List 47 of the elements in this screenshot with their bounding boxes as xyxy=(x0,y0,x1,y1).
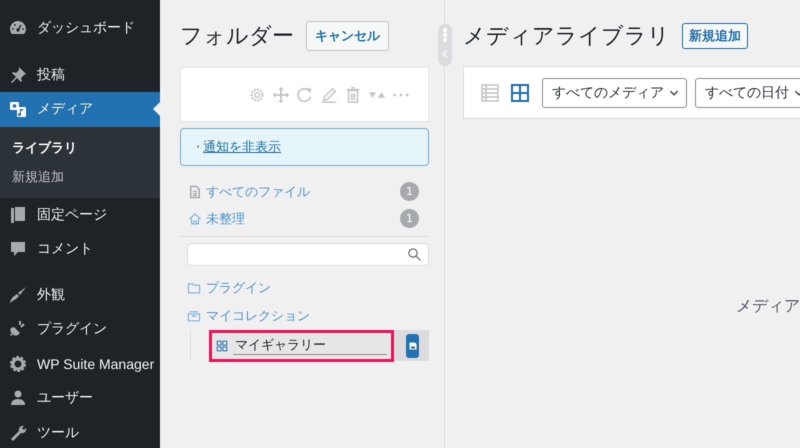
menu-item[interactable]: プラグイン xyxy=(0,312,160,346)
folder-icon xyxy=(187,281,201,295)
filter-dropdown[interactable]: すべての日付 xyxy=(695,78,800,108)
menu-item[interactable]: 投稿 xyxy=(0,58,160,92)
grid-view-icon[interactable] xyxy=(510,82,530,102)
count-badge: 1 xyxy=(400,209,419,228)
refresh-icon[interactable] xyxy=(296,86,314,104)
search-icon xyxy=(407,247,422,262)
collection-icon xyxy=(187,309,201,323)
menu-item[interactable]: ツール xyxy=(0,416,160,448)
collapse-icon xyxy=(440,48,450,60)
save-button[interactable] xyxy=(406,334,419,358)
menu-item[interactable]: メディア xyxy=(0,92,160,126)
media-icon xyxy=(8,99,28,120)
count-badge: 1 xyxy=(400,182,419,201)
move-icon[interactable] xyxy=(272,86,290,104)
empty-message: メディア xyxy=(735,296,800,317)
resize-handle[interactable] xyxy=(438,24,452,66)
list-view-icon[interactable] xyxy=(480,82,500,102)
bullet: · xyxy=(196,140,200,154)
drag-dots-icon xyxy=(443,28,447,42)
menu-item[interactable]: 外観 xyxy=(0,278,160,312)
submenu-item[interactable]: 新規追加 xyxy=(0,162,160,192)
search-field[interactable] xyxy=(187,243,429,266)
file-icon xyxy=(188,184,202,198)
submenu-item[interactable]: ライブラリ xyxy=(0,134,160,162)
panel-title: フォルダー xyxy=(180,23,294,51)
paintbrush-icon xyxy=(8,284,28,305)
menu-item[interactable]: コメント xyxy=(0,232,160,266)
menu-item[interactable]: 固定ページ xyxy=(0,198,160,232)
filter-dropdown[interactable]: すべてのメディア xyxy=(542,78,687,108)
hide-notice-link[interactable]: 通知を非表示 xyxy=(203,138,282,156)
home-icon xyxy=(188,212,202,226)
settings-icon[interactable] xyxy=(248,86,266,104)
save-icon xyxy=(408,340,418,350)
add-new-button[interactable]: 新規追加 xyxy=(682,23,748,49)
menu-item[interactable]: ダッシュボード xyxy=(0,11,160,46)
menu-item[interactable]: WP Suite Manager xyxy=(0,346,160,381)
folder-name-field[interactable]: マイギャラリー xyxy=(209,330,394,362)
gear-icon xyxy=(8,354,28,374)
pencil-icon[interactable] xyxy=(320,86,338,104)
menu-item[interactable]: ユーザー xyxy=(0,381,160,416)
trash-icon[interactable] xyxy=(344,86,362,104)
cancel-button[interactable]: キャンセル xyxy=(306,21,389,51)
page-title: メディアライブラリ xyxy=(463,23,670,51)
pages-icon xyxy=(8,204,28,225)
grid-icon xyxy=(216,338,228,352)
